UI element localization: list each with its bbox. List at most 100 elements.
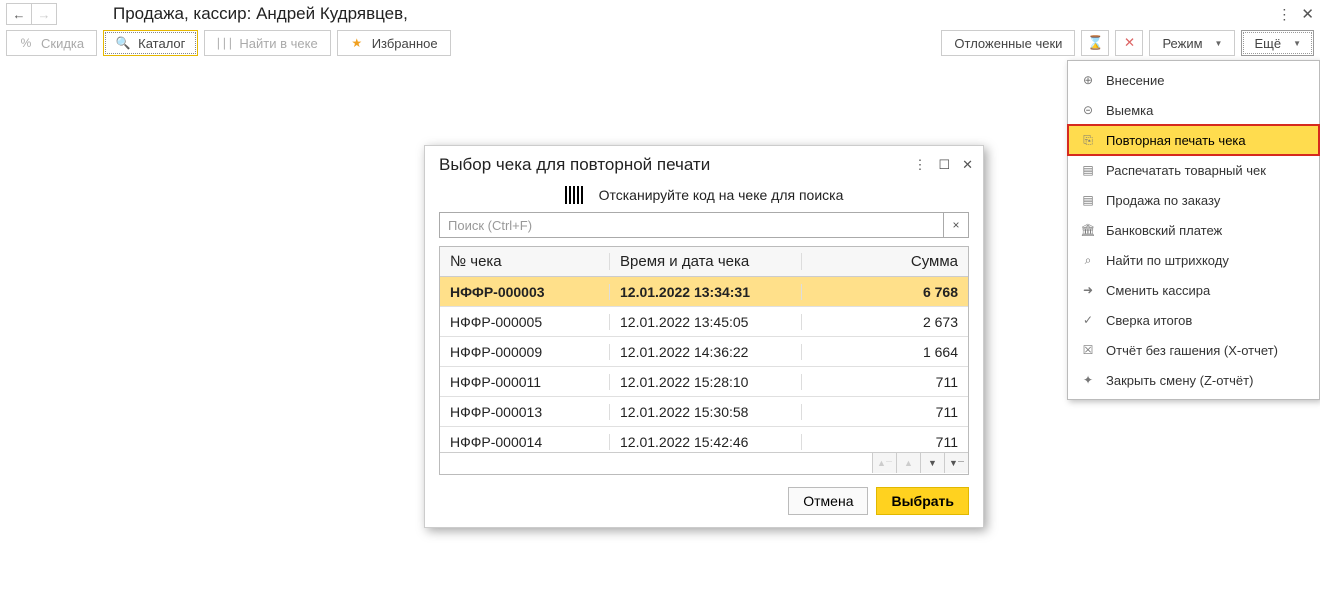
favorites-button[interactable]: ★ Избранное: [337, 30, 451, 56]
clear-search-button[interactable]: ×: [943, 212, 969, 238]
more-label: Ещё: [1254, 36, 1281, 51]
menu-item-9[interactable]: ☒ Отчёт без гашения (X-отчет): [1068, 335, 1319, 365]
menu-item-3[interactable]: ▤ Распечатать товарный чек: [1068, 155, 1319, 185]
dialog-maximize-button[interactable]: ☐: [938, 157, 950, 173]
more-button[interactable]: Ещё ▼: [1241, 30, 1314, 56]
barcode-icon: ∣∣∣: [217, 36, 231, 50]
menu-item-1[interactable]: ⊝ Выемка: [1068, 95, 1319, 125]
catalog-button[interactable]: 🔍 Каталог: [103, 30, 198, 56]
menu-item-icon: ⎘: [1080, 132, 1096, 148]
page-title: Продажа, кассир: Андрей Кудрявцев,: [113, 4, 408, 24]
mode-button[interactable]: Режим ▼: [1149, 30, 1235, 56]
menu-item-4[interactable]: ▤ Продажа по заказу: [1068, 185, 1319, 215]
menu-item-2[interactable]: ⎘Повторная печать чека: [1068, 125, 1319, 155]
reprint-receipt-dialog: Выбор чека для повторной печати ⋮ ☐ ✕ От…: [424, 145, 984, 528]
menu-item-icon: ▤: [1080, 162, 1096, 178]
menu-item-label: Выемка: [1106, 103, 1153, 118]
menu-item-icon: ✓: [1080, 312, 1096, 328]
table-row[interactable]: НФФР-00000312.01.2022 13:34:316 768: [440, 277, 968, 307]
menu-item-label: Продажа по заказу: [1106, 193, 1220, 208]
menu-item-icon: ▤: [1080, 192, 1096, 208]
menu-item-label: Сверка итогов: [1106, 313, 1192, 328]
discount-button[interactable]: % Скидка: [6, 30, 97, 56]
table-row[interactable]: НФФР-00001312.01.2022 15:30:58711: [440, 397, 968, 427]
menu-item-label: Закрыть смену (Z-отчёт): [1106, 373, 1253, 388]
cell-sum: 711: [802, 434, 968, 450]
table-down-button[interactable]: ▼: [920, 453, 944, 473]
nav-forward-button[interactable]: →: [31, 3, 57, 25]
deferred-receipts-button[interactable]: Отложенные чеки: [941, 30, 1075, 56]
dialog-close-button[interactable]: ✕: [962, 157, 973, 173]
favorites-label: Избранное: [372, 36, 438, 51]
cell-number: НФФР-000009: [440, 344, 610, 360]
cell-sum: 6 768: [802, 284, 968, 300]
percent-icon: %: [19, 36, 33, 50]
star-icon: ★: [350, 36, 364, 50]
col-number[interactable]: № чека: [440, 253, 610, 270]
cell-sum: 1 664: [802, 344, 968, 360]
col-sum[interactable]: Сумма: [802, 253, 968, 270]
cell-number: НФФР-000011: [440, 374, 610, 390]
hourglass-icon: ⌛: [1087, 35, 1104, 51]
cell-sum: 711: [802, 404, 968, 420]
chevron-down-icon: ▼: [1293, 39, 1301, 48]
col-datetime[interactable]: Время и дата чека: [610, 253, 802, 270]
search-input[interactable]: [439, 212, 943, 238]
menu-item-7[interactable]: ➜ Сменить кассира: [1068, 275, 1319, 305]
menu-item-icon: ➜: [1080, 282, 1096, 298]
catalog-label: Каталог: [138, 36, 185, 51]
menu-item-label: Распечатать товарный чек: [1106, 163, 1266, 178]
menu-item-0[interactable]: ⊕Внесение: [1068, 65, 1319, 95]
cell-number: НФФР-000005: [440, 314, 610, 330]
menu-item-10[interactable]: ✦ Закрыть смену (Z-отчёт): [1068, 365, 1319, 395]
table-last-button[interactable]: ▼—: [944, 453, 968, 473]
table-row[interactable]: НФФР-00001412.01.2022 15:42:46711: [440, 427, 968, 452]
table-up-button[interactable]: ▲: [896, 453, 920, 473]
cancel-button[interactable]: Отмена: [788, 487, 868, 515]
cell-datetime: 12.01.2022 14:36:22: [610, 344, 802, 360]
dialog-more-icon[interactable]: ⋮: [913, 157, 926, 173]
menu-item-label: Банковский платеж: [1106, 223, 1222, 238]
menu-item-icon: ⌕: [1080, 252, 1096, 268]
deferred-label: Отложенные чеки: [954, 36, 1062, 51]
cell-number: НФФР-000003: [440, 284, 610, 300]
menu-item-8[interactable]: ✓ Сверка итогов: [1068, 305, 1319, 335]
header-close-button[interactable]: ✕: [1301, 5, 1314, 23]
table-row[interactable]: НФФР-00000512.01.2022 13:45:052 673: [440, 307, 968, 337]
menu-item-icon: ⊝: [1080, 102, 1096, 118]
toolbar: % Скидка 🔍 Каталог ∣∣∣ Найти в чеке ★ Из…: [0, 28, 1320, 58]
find-in-receipt-label: Найти в чеке: [239, 36, 317, 51]
cell-datetime: 12.01.2022 13:34:31: [610, 284, 802, 300]
menu-item-label: Найти по штрихкоду: [1106, 253, 1229, 268]
mode-label: Режим: [1162, 36, 1202, 51]
chevron-down-icon: ▼: [1215, 39, 1223, 48]
menu-item-icon: ☒: [1080, 342, 1096, 358]
scan-hint: Отсканируйте код на чеке для поиска: [599, 187, 844, 203]
menu-item-icon: ⊕: [1080, 72, 1096, 88]
cell-datetime: 12.01.2022 13:45:05: [610, 314, 802, 330]
menu-item-label: Отчёт без гашения (X-отчет): [1106, 343, 1278, 358]
nav-back-button[interactable]: ←: [6, 3, 32, 25]
menu-item-icon: ✦: [1080, 372, 1096, 388]
cell-sum: 2 673: [802, 314, 968, 330]
header-more-icon[interactable]: ⋮: [1277, 6, 1291, 23]
more-dropdown-menu: ⊕Внесение ⊝ Выемка ⎘Повторная печать чека ▤ Р…: [1067, 60, 1320, 400]
menu-item-6[interactable]: ⌕ Найти по штрихкоду: [1068, 245, 1319, 275]
table-first-button[interactable]: ▲—: [872, 453, 896, 473]
cell-datetime: 12.01.2022 15:42:46: [610, 434, 802, 450]
hourglass-button[interactable]: ⌛: [1081, 30, 1109, 56]
search-icon: 🔍: [116, 36, 130, 50]
delete-button[interactable]: ✕: [1115, 30, 1143, 56]
table-row[interactable]: НФФР-00001112.01.2022 15:28:10711: [440, 367, 968, 397]
dialog-title: Выбор чека для повторной печати: [439, 155, 710, 175]
menu-item-5[interactable]: 🏛 Банковский платеж: [1068, 215, 1319, 245]
header: ← → Продажа, кассир: Андрей Кудрявцев, ⋮…: [0, 0, 1320, 28]
receipts-table: № чека Время и дата чека Сумма НФФР-0000…: [439, 246, 969, 475]
menu-item-icon: 🏛: [1080, 222, 1096, 238]
menu-item-label: Сменить кассира: [1106, 283, 1210, 298]
cell-number: НФФР-000014: [440, 434, 610, 450]
find-in-receipt-button[interactable]: ∣∣∣ Найти в чеке: [204, 30, 330, 56]
table-row[interactable]: НФФР-00000912.01.2022 14:36:221 664: [440, 337, 968, 367]
select-button[interactable]: Выбрать: [876, 487, 969, 515]
cell-datetime: 12.01.2022 15:28:10: [610, 374, 802, 390]
